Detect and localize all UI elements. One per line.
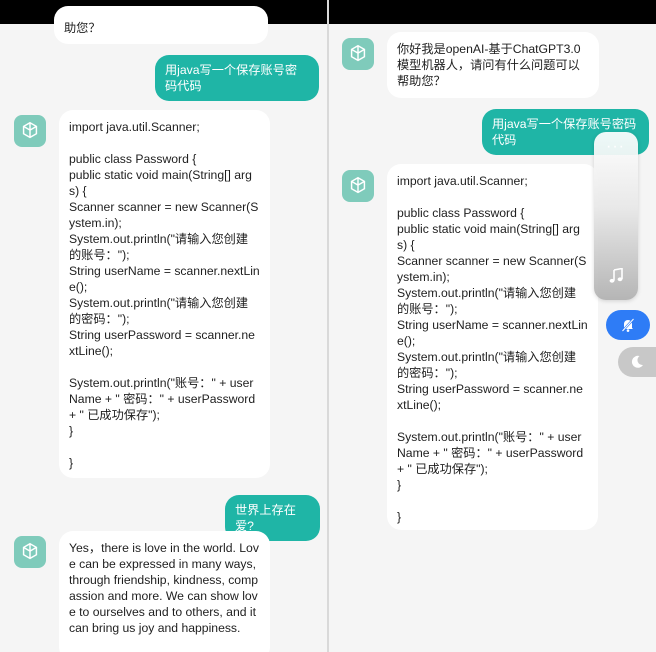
bot-message-text: 助您？ — [64, 21, 101, 35]
code-line: Scanner scanner = new Scanner(System.in)… — [69, 200, 259, 230]
bot-reply-message: Yes，there is love in the world. Love can… — [59, 531, 270, 652]
code-line: import java.util.Scanner; — [397, 174, 528, 188]
user-message-text: 用java写一个保存账号密码代码 — [165, 63, 298, 93]
bot-greeting-message: 你好我是openAI-基于ChatGPT3.0模型机器人，请问有什么问题可以帮助… — [387, 32, 599, 98]
code-line: public class Password { — [397, 206, 525, 220]
code-line: System.out.println("请输入您创建的密码："); — [69, 296, 249, 326]
screen: 助您？ 用java写一个保存账号密码代码 import java.util.Sc… — [0, 0, 656, 652]
openai-logo-icon — [350, 176, 366, 194]
bot-avatar — [342, 38, 374, 70]
code-line: public static void main(String[] args) { — [397, 222, 580, 252]
code-line: System.out.println("账号：" + userName + " … — [397, 430, 587, 476]
code-line: } — [69, 424, 74, 438]
code-line: Scanner scanner = new Scanner(System.in)… — [397, 254, 587, 284]
status-bar — [329, 0, 656, 24]
code-line: } — [397, 478, 402, 492]
chat-panel-left: 助您？ 用java写一个保存账号密码代码 import java.util.Sc… — [0, 0, 327, 652]
user-message-text: 世界上存在爱? — [235, 503, 296, 533]
code-line: } — [397, 510, 402, 524]
code-line: String userPassword = scanner.nextLine()… — [397, 382, 583, 412]
code-line: public static void main(String[] args) { — [69, 168, 252, 198]
bot-message-text: Yes，there is love in the world. Love can… — [69, 541, 259, 635]
bot-avatar — [342, 170, 374, 202]
code-line: System.out.println("请输入您创建的密码："); — [397, 350, 577, 380]
bell-off-icon — [621, 318, 635, 332]
code-line: System.out.println("请输入您创建的账号："); — [397, 286, 577, 316]
bot-avatar — [14, 536, 46, 568]
code-line: String userName = scanner.nextLine(); — [397, 318, 588, 348]
openai-logo-icon — [350, 44, 366, 62]
bot-code-message: import java.util.Scanner; public class Pa… — [59, 110, 270, 478]
bot-message-cut: 助您？ — [54, 6, 268, 44]
dark-mode-button[interactable] — [618, 347, 656, 377]
code-line: String userPassword = scanner.nextLine()… — [69, 328, 255, 358]
bot-code-message: import java.util.Scanner; public class Pa… — [387, 164, 598, 530]
more-dots-icon[interactable]: ··· — [606, 138, 625, 156]
code-line: public class Password { — [69, 152, 197, 166]
code-line: String userName = scanner.nextLine(); — [69, 264, 260, 294]
user-message: 用java写一个保存账号密码代码 — [155, 55, 319, 101]
mute-notifications-button[interactable] — [606, 310, 650, 340]
code-line: System.out.println("请输入您创建的账号："); — [69, 232, 249, 262]
music-note-icon[interactable] — [608, 268, 624, 284]
moon-icon — [631, 355, 643, 368]
code-line: System.out.println("账号：" + userName + " … — [69, 376, 259, 422]
code-line: import java.util.Scanner; — [69, 120, 200, 134]
code-block: import java.util.Scanner; public class Pa… — [69, 119, 260, 471]
bot-message-text: 你好我是openAI-基于ChatGPT3.0模型机器人，请问有什么问题可以帮助… — [397, 42, 581, 88]
bot-avatar — [14, 115, 46, 147]
floating-side-panel[interactable]: ··· — [594, 132, 638, 300]
code-line: } — [69, 456, 74, 470]
openai-logo-icon — [22, 121, 38, 139]
openai-logo-icon — [22, 542, 38, 560]
code-block: import java.util.Scanner; public class Pa… — [397, 173, 588, 525]
